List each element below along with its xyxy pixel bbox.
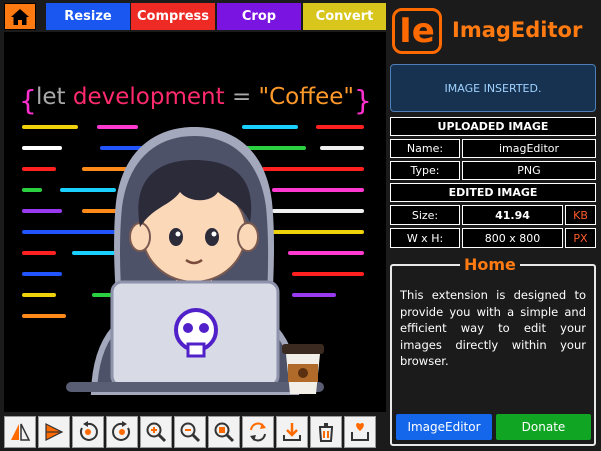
brand-logo: Ie: [392, 8, 442, 54]
name-label: Name:: [390, 139, 460, 158]
rotate-left-button[interactable]: [72, 416, 104, 448]
toolbar: [4, 416, 386, 448]
zoom-reset-button[interactable]: [208, 416, 240, 448]
download-button[interactable]: [276, 416, 308, 448]
image-preview: { let development = "Coffee" }: [4, 32, 386, 412]
edited-image-header: EDITED IMAGE: [390, 183, 596, 202]
flip-horizontal-button[interactable]: [4, 416, 36, 448]
flip-vertical-button[interactable]: [38, 416, 70, 448]
type-value: PNG: [462, 161, 596, 180]
size-value: 41.94: [462, 205, 563, 225]
app-title: ImagEditor: [452, 18, 583, 42]
type-label: Type:: [390, 161, 460, 180]
status-message: IMAGE INSERTED.: [390, 64, 596, 112]
download-icon: [283, 423, 301, 441]
home-description: This extension is designed to provide yo…: [400, 288, 586, 368]
size-label: Size:: [390, 205, 460, 225]
rotate-right-button[interactable]: [106, 416, 138, 448]
donate-button[interactable]: Donate: [496, 414, 591, 440]
resize-button[interactable]: Resize: [46, 3, 130, 30]
convert-button[interactable]: Convert: [303, 3, 386, 30]
flip-vertical-icon: [45, 423, 64, 441]
dimensions-unit: PX: [565, 228, 596, 248]
zoom-in-button[interactable]: [140, 416, 172, 448]
imageeditor-button[interactable]: ImageEditor: [396, 414, 492, 440]
coder-illustration: [22, 125, 364, 395]
size-unit: KB: [565, 205, 596, 225]
dimensions-label: W x H:: [390, 228, 460, 248]
home-title: Home: [460, 255, 520, 274]
zoom-reset-icon: [214, 422, 235, 443]
delete-icon: [319, 423, 333, 442]
save-icon: [351, 422, 369, 441]
rotate-left-icon: [79, 421, 98, 441]
uploaded-image-header: UPLOADED IMAGE: [390, 117, 596, 136]
crop-button[interactable]: Crop: [217, 3, 301, 30]
home-icon: [11, 8, 29, 25]
reset-icon: [250, 422, 266, 442]
reset-button[interactable]: [242, 416, 274, 448]
dimensions-value: 800 x 800: [462, 228, 563, 248]
home-button[interactable]: [4, 3, 36, 30]
delete-button[interactable]: [310, 416, 342, 448]
name-value: imagEditor: [462, 139, 596, 158]
compress-button[interactable]: Compress: [131, 3, 215, 30]
zoom-in-icon: [146, 422, 167, 443]
zoom-out-icon: [180, 422, 201, 443]
rotate-right-icon: [112, 421, 131, 441]
zoom-out-button[interactable]: [174, 416, 206, 448]
save-button[interactable]: [344, 416, 376, 448]
flip-horizontal-icon: [11, 423, 31, 441]
